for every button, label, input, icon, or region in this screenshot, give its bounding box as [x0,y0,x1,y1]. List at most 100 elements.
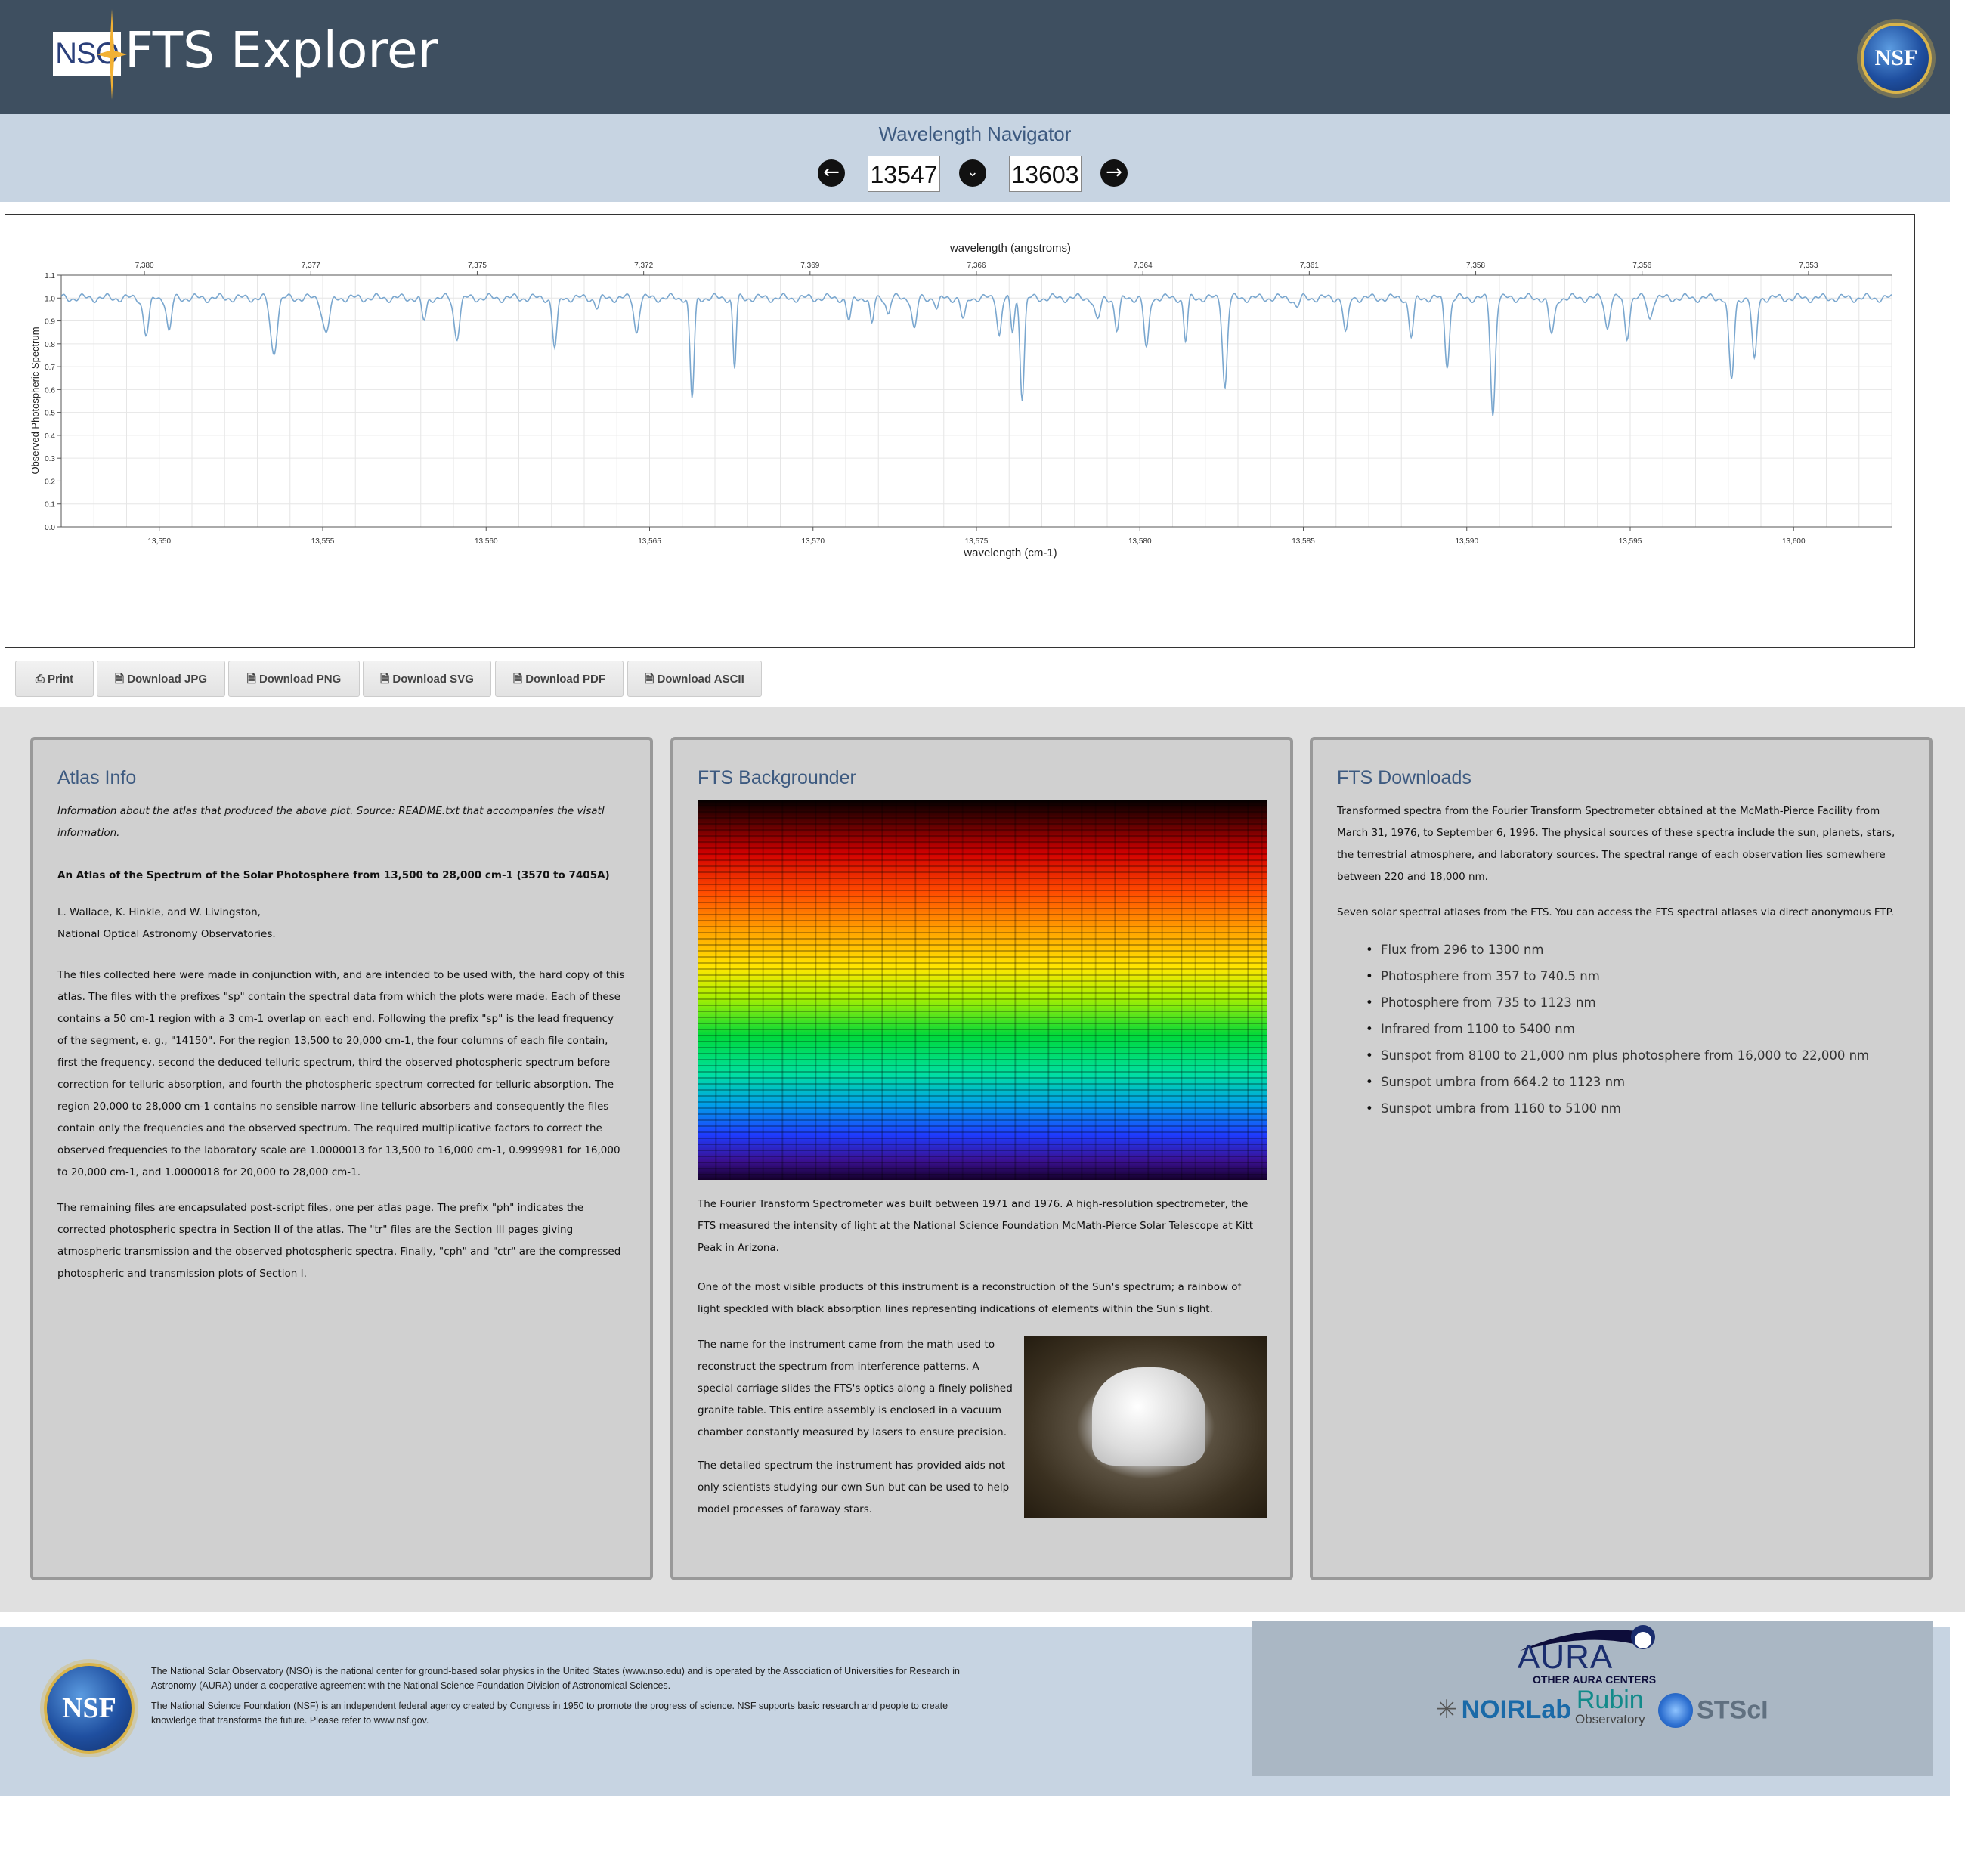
top-tick-label: 7,353 [1799,262,1818,270]
backgrounder-title: FTS Backgrounder [698,767,856,788]
partner-logos: AURA OTHER AURA CENTERS ✳ NOIRLab Rubin … [1252,1621,1933,1776]
y-tick-label: 0.1 [45,501,55,509]
site-header: NSO FTS Explorer NSF [0,0,1950,114]
nsf-logo-text: NSF [62,1692,116,1724]
top-tick-label: 7,364 [1134,262,1153,270]
vacuum-chamber [1092,1367,1205,1466]
downloads-ftp-note: Seven solar spectral atlases from the FT… [1337,906,1894,918]
top-tick-label: 7,380 [135,262,154,270]
atlas-info-title: Atlas Info [57,767,137,788]
top-tick-label: 7,377 [302,262,320,270]
atlas-intro: Information about the atlas that produce… [57,805,605,839]
aura-logo[interactable]: AURA [1518,1639,1613,1676]
y-tick-label: 0.2 [45,478,55,486]
y-tick-label: 0.3 [45,455,55,463]
top-tick-label: 7,361 [1300,262,1319,270]
download-ascii-button[interactable]: 🗎 Download ASCII [627,661,762,697]
top-tick-label: 7,372 [634,262,653,270]
top-tick-label: 7,369 [800,262,819,270]
top-tick-label: 7,366 [967,262,986,270]
backgrounder-para-4: The detailed spectrum the instrument has… [698,1460,1010,1515]
y-tick-label: 1.0 [45,295,55,303]
file-icon: 🗎 [246,673,259,686]
download-link-photosphere-357[interactable]: Photosphere from 357 to 740.5 nm [1366,963,1869,989]
y-tick-label: 0.4 [45,432,55,441]
pdf-file-icon: 🗎 [512,673,526,686]
download-jpg-button[interactable]: 🗎 Download JPG [97,661,225,697]
x-tick-label: 13,560 [475,537,498,546]
x-tick-label: 13,565 [638,537,661,546]
nsf-header-logo[interactable]: NSF [1861,23,1932,94]
atlas-authors: L. Wallace, K. Hinkle, and W. Livingston… [57,906,261,918]
noirlab-star-icon: ✳ [1436,1695,1458,1725]
download-pdf-button[interactable]: 🗎 Download PDF [495,661,624,697]
download-link-flux[interactable]: Flux from 296 to 1300 nm [1366,936,1869,963]
sun-flare-icon [97,9,127,100]
nsf-logo-text: NSF [1874,45,1918,70]
app-title: FTS Explorer [125,21,438,79]
top-tick-label: 7,356 [1632,262,1651,270]
atlas-download-list: Flux from 296 to 1300 nm Photosphere fro… [1366,936,1869,1122]
nsf-description: The National Science Foundation (NSF) is… [151,1701,948,1726]
start-wavenumber-input[interactable]: 13547 [868,156,940,192]
end-wavenumber-input[interactable]: 13603 [1009,156,1082,192]
y-axis-label: Observed Photospheric Spectrum [29,327,41,474]
download-png-button[interactable]: 🗎 Download PNG [228,661,360,697]
x-tick-label: 13,575 [965,537,989,546]
x-tick-label: 13,600 [1782,537,1806,546]
download-link-umbra-1160[interactable]: Sunspot umbra from 1160 to 5100 nm [1366,1095,1869,1122]
stsci-logo[interactable]: STScI [1658,1693,1768,1728]
download-link-photosphere-735[interactable]: Photosphere from 735 to 1123 nm [1366,989,1869,1016]
x-tick-label: 13,550 [147,537,171,546]
top-axis-label: wavelength (angstroms) [949,242,1071,255]
download-link-sunspot[interactable]: Sunspot from 8100 to 21,000 nm plus phot… [1366,1042,1869,1069]
other-aura-centers-label: OTHER AURA CENTERS [1533,1673,1657,1686]
downloads-title: FTS Downloads [1337,767,1471,788]
x-axis-label: wavelength (cm-1) [963,546,1057,559]
backgrounder-para-3: The name for the instrument came from th… [698,1339,1013,1438]
spectrum-plot[interactable]: 0.0 0.1 0.2 0.3 0.4 0.5 0.6 0.7 0.8 0.9 1.0 1.1 13,5… [5,215,1914,647]
top-tick-label: 7,375 [468,262,487,270]
print-button[interactable]: ⎙ Print [15,661,94,697]
atlas-files-description: The remaining files are encapsulated pos… [57,1202,621,1280]
nso-description: The National Solar Observatory (NSO) is … [151,1666,960,1691]
y-tick-label: 0.8 [45,341,55,349]
x-tick-label: 13,580 [1128,537,1152,546]
y-tick-label: 0.6 [45,386,55,395]
file-icon: 🗎 [114,673,128,686]
spectrum-chart[interactable]: 0.0 0.1 0.2 0.3 0.4 0.5 0.6 0.7 0.8 0.9 1.0 1.1 13,5… [5,214,1915,648]
rubin-logo[interactable]: Rubin Observatory [1575,1687,1645,1726]
download-link-infrared[interactable]: Infrared from 1100 to 5400 nm [1366,1016,1869,1042]
x-tick-label: 13,570 [801,537,825,546]
atlas-institution: National Optical Astronomy Observatories… [57,928,276,940]
downloads-description: Transformed spectra from the Fourier Tra… [1337,805,1895,883]
download-svg-button[interactable]: 🗎 Download SVG [363,661,491,697]
stsci-emblem-icon [1658,1693,1693,1728]
backgrounder-para-1: The Fourier Transform Spectrometer was b… [698,1198,1254,1254]
x-tick-label: 13,590 [1455,537,1478,546]
y-tick-label: 0.0 [45,524,55,532]
x-tick-label: 13,595 [1619,537,1642,546]
top-tick-label: 7,358 [1466,262,1485,270]
y-tick-label: 0.7 [45,364,55,372]
file-icon: 🗎 [380,673,393,686]
x-tick-label: 13,585 [1292,537,1315,546]
noirlab-logo[interactable]: ✳ NOIRLab [1436,1695,1571,1725]
arrow-left-icon[interactable]: ← [818,159,845,187]
printer-icon: ⎙ [35,673,48,686]
absorption-lines-overlay [698,800,1267,1180]
y-tick-label: 1.1 [45,272,55,280]
fts-instrument-photo [1024,1336,1267,1518]
fts-downloads-panel: FTS Downloads Transformed spectra from t… [1310,737,1933,1580]
atlas-title: An Atlas of the Spectrum of the Solar Ph… [57,869,610,881]
nsf-footer-logo[interactable]: NSF [44,1663,135,1754]
y-tick-label: 0.9 [45,318,55,327]
download-link-umbra-664[interactable]: Sunspot umbra from 664.2 to 1123 nm [1366,1069,1869,1095]
solar-spectrum-image [698,800,1267,1180]
atlas-info-panel: Atlas Info Information about the atlas t… [30,737,653,1580]
arrow-right-icon[interactable]: → [1100,159,1128,187]
chevron-down-icon[interactable]: ⌄ [959,159,986,187]
atlas-description: The files collected here were made in co… [57,969,625,1178]
text-file-icon: 🗎 [645,673,658,686]
x-tick-label: 13,555 [311,537,335,546]
